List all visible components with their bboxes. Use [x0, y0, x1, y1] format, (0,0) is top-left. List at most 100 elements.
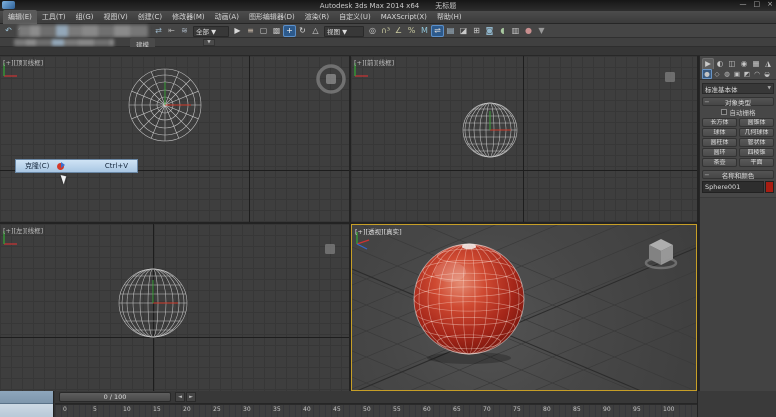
viewport-area: [+][顶][线框] [+][前][线框 [0, 56, 699, 391]
autogrid-checkbox[interactable] [721, 109, 727, 115]
utilities-tab-icon[interactable]: ◮ [762, 58, 774, 69]
helpers-subtab-icon[interactable]: ◩ [742, 69, 752, 79]
menu-tools[interactable]: 工具(T) [37, 10, 71, 24]
geometry-subtab-icon[interactable]: ● [702, 69, 712, 79]
object-name-field[interactable]: Sphere001 [702, 181, 764, 193]
selection-filter-dropdown[interactable]: 全部 ▼ [193, 26, 229, 37]
lights-subtab-icon[interactable]: ◍ [722, 69, 732, 79]
window-crossing-icon[interactable]: ▩ [270, 25, 283, 37]
btn-cylinder[interactable]: 圆柱体 [702, 138, 737, 147]
time-slider-handle[interactable]: 0 / 100 [59, 392, 171, 402]
modify-tab-icon[interactable]: ◐ [714, 58, 726, 69]
reference-coordinate-dropdown[interactable]: 视图 ▼ [324, 26, 364, 37]
viewport-left[interactable]: [+][左][线框] [0, 224, 349, 391]
motion-tab-icon[interactable]: ◉ [738, 58, 750, 69]
undo-icon[interactable]: ↶ [2, 25, 15, 37]
btn-pyramid[interactable]: 四棱锥 [739, 148, 774, 157]
menu-views[interactable]: 视图(V) [99, 10, 133, 24]
select-and-rotate-icon[interactable]: ↻ [296, 25, 309, 37]
display-tab-icon[interactable]: ▦ [750, 58, 762, 69]
select-object-icon[interactable]: ▶ [231, 25, 244, 37]
clone-context-menu-item[interactable]: 克隆(C) Ctrl+V [15, 159, 138, 173]
menu-edit[interactable]: 编辑(E) [3, 10, 37, 24]
menu-maxscript[interactable]: MAXScript(X) [376, 11, 432, 23]
object-type-rollout-header[interactable]: − 对象类型 [702, 97, 774, 106]
app-logo-icon[interactable] [2, 1, 15, 9]
select-and-scale-icon[interactable]: △ [309, 25, 322, 37]
app-title: Autodesk 3ds Max 2014 x64 [320, 2, 419, 10]
btn-box[interactable]: 长方体 [702, 118, 737, 127]
schematic-view-icon[interactable]: ⊞ [470, 25, 483, 37]
frame-tick: 30 [243, 405, 273, 417]
toolbar-overflow-icon[interactable]: ▼ [535, 25, 548, 37]
menu-customize[interactable]: 自定义(U) [334, 10, 376, 24]
viewport-front[interactable]: [+][前][线框] [351, 56, 697, 222]
menu-help[interactable]: 帮助(H) [432, 10, 467, 24]
clone-menu-label: 克隆(C) [16, 161, 49, 171]
primitive-category-dropdown[interactable]: 标准基本体 ▼ [702, 83, 774, 94]
select-and-move-icon[interactable]: + [283, 25, 296, 37]
rectangular-selection-icon[interactable]: ▢ [257, 25, 270, 37]
viewport-front-label[interactable]: [+][前][线框] [354, 57, 394, 67]
frame-tick: 65 [453, 405, 483, 417]
create-tab-icon[interactable]: ▶ [702, 58, 714, 69]
btn-teapot[interactable]: 茶壶 [702, 158, 737, 167]
menu-graph-editors[interactable]: 图形编辑器(D) [244, 10, 300, 24]
maxscript-mini-listener[interactable] [0, 391, 54, 417]
object-color-swatch[interactable] [765, 181, 774, 193]
btn-tube[interactable]: 管状体 [739, 138, 774, 147]
btn-sphere[interactable]: 球体 [702, 128, 737, 137]
primitive-buttons-grid: 长方体圆锥体球体几何球体圆柱体管状体圆环四棱锥茶壶平面 [700, 117, 776, 168]
menu-rendering[interactable]: 渲染(R) [300, 10, 334, 24]
document-title: 无标题 [435, 1, 456, 11]
select-by-name-icon[interactable]: ≡ [244, 25, 257, 37]
curve-editor-icon[interactable]: ◪ [457, 25, 470, 37]
mini-listener-macro-row[interactable] [0, 391, 53, 404]
menu-modifiers[interactable]: 修改器(M) [167, 10, 210, 24]
time-slider[interactable]: 0 / 100 ◄ ► [55, 391, 697, 404]
cameras-subtab-icon[interactable]: ▣ [732, 69, 742, 79]
snaps-toggle-icon[interactable]: ∩³ [379, 25, 392, 37]
render-setup-icon[interactable]: ◖ [496, 25, 509, 37]
bottom-bar: 0 / 100 ◄ ► 0510152025303540455055606570… [0, 391, 776, 417]
btn-geosphere[interactable]: 几何球体 [739, 128, 774, 137]
bind-to-space-warp-icon[interactable]: ≋ [178, 25, 191, 37]
frame-tick: 75 [513, 405, 543, 417]
main-toolbar: ↶↷ ⇄⇤≋全部 ▼▶≡▢▩+↻△视图 ▼◎∩³∠%M⇌▤◪⊞◙◖▥●▼ [0, 24, 776, 38]
maximize-icon[interactable]: □ [754, 0, 761, 8]
menu-group[interactable]: 组(G) [71, 10, 99, 24]
btn-plane[interactable]: 平面 [739, 158, 774, 167]
viewport-perspective[interactable]: [+][透视][真实] [351, 224, 697, 391]
viewport-top-label[interactable]: [+][顶][线框] [3, 57, 43, 67]
select-and-link-icon[interactable]: ⇄ [152, 25, 165, 37]
unlink-selection-icon[interactable]: ⇤ [165, 25, 178, 37]
track-bar[interactable]: 0510152025303540455055606570758085909510… [55, 404, 697, 417]
space-warps-subtab-icon[interactable]: ◠ [752, 69, 762, 79]
material-editor-icon[interactable]: ◙ [483, 25, 496, 37]
systems-subtab-icon[interactable]: ◒ [762, 69, 772, 79]
viewport-top[interactable]: [+][顶][线框] [0, 56, 349, 222]
previous-frame-icon[interactable]: ◄ [175, 392, 185, 402]
shapes-subtab-icon[interactable]: ◇ [712, 69, 722, 79]
ribbon-collapse-icon[interactable]: ▼ [203, 39, 215, 46]
angle-snap-icon[interactable]: ∠ [392, 25, 405, 37]
next-frame-icon[interactable]: ► [186, 392, 196, 402]
mini-listener-script-row[interactable] [0, 404, 53, 417]
render-production-icon[interactable]: ● [522, 25, 535, 37]
name-color-rollout-header[interactable]: − 名称和颜色 [702, 170, 774, 179]
viewport-left-label[interactable]: [+][左][线框] [3, 225, 43, 235]
rendered-frame-icon[interactable]: ▥ [509, 25, 522, 37]
close-icon[interactable]: × [767, 0, 773, 8]
layer-manager-icon[interactable]: ▤ [444, 25, 457, 37]
mirror-icon[interactable]: M [418, 25, 431, 37]
btn-torus[interactable]: 圆环 [702, 148, 737, 157]
align-icon[interactable]: ⇌ [431, 25, 444, 37]
btn-cone[interactable]: 圆锥体 [739, 118, 774, 127]
minimize-icon[interactable]: — [740, 0, 747, 8]
use-pivot-center-icon[interactable]: ◎ [366, 25, 379, 37]
viewport-perspective-label[interactable]: [+][透视][真实] [355, 226, 402, 236]
menu-animation[interactable]: 动画(A) [210, 10, 244, 24]
menu-create[interactable]: 创建(C) [133, 10, 167, 24]
hierarchy-tab-icon[interactable]: ◫ [726, 58, 738, 69]
percent-snap-icon[interactable]: % [405, 25, 418, 37]
